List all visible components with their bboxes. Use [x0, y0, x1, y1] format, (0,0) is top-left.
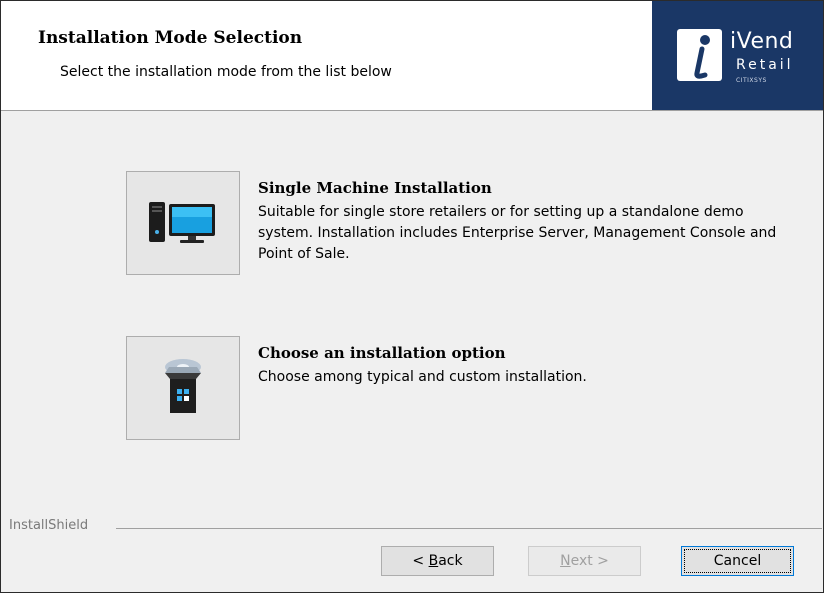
- choose-option-button[interactable]: [126, 336, 240, 440]
- install-box-icon: [165, 359, 201, 413]
- page-title: Installation Mode Selection: [38, 28, 303, 48]
- back-accel: B: [428, 553, 439, 569]
- logo-tagline: CITIXSYS: [736, 77, 767, 84]
- back-button[interactable]: < Back: [381, 546, 494, 576]
- cancel-button[interactable]: Cancel: [681, 546, 794, 576]
- logo-text-main: iVend: [730, 29, 794, 54]
- installer-window: Installation Mode Selection Select the i…: [0, 0, 824, 593]
- option-desc-single: Suitable for single store retailers or f…: [258, 204, 777, 262]
- back-prefix: <: [412, 553, 429, 569]
- logo-i-icon: [677, 29, 722, 81]
- single-machine-button[interactable]: [126, 171, 240, 275]
- header-panel: Installation Mode Selection Select the i…: [1, 1, 823, 111]
- focus-rect: [684, 549, 791, 573]
- option-title-choose: Choose an installation option: [258, 344, 506, 362]
- desktop-computer-icon: [149, 202, 215, 243]
- ivend-logo: iVend Retail CITIXSYS: [652, 1, 823, 110]
- next-rest: ext >: [570, 553, 609, 569]
- option-title-single: Single Machine Installation: [258, 179, 492, 197]
- next-accel: N: [560, 553, 571, 569]
- logo-text-sub: Retail: [736, 57, 794, 73]
- page-subtitle: Select the installation mode from the li…: [60, 64, 392, 80]
- installshield-label: InstallShield: [9, 518, 89, 533]
- option-desc-choose: Choose among typical and custom installa…: [258, 369, 587, 385]
- back-rest: ack: [438, 553, 463, 569]
- footer-divider: [116, 528, 822, 529]
- next-button[interactable]: Next >: [528, 546, 641, 576]
